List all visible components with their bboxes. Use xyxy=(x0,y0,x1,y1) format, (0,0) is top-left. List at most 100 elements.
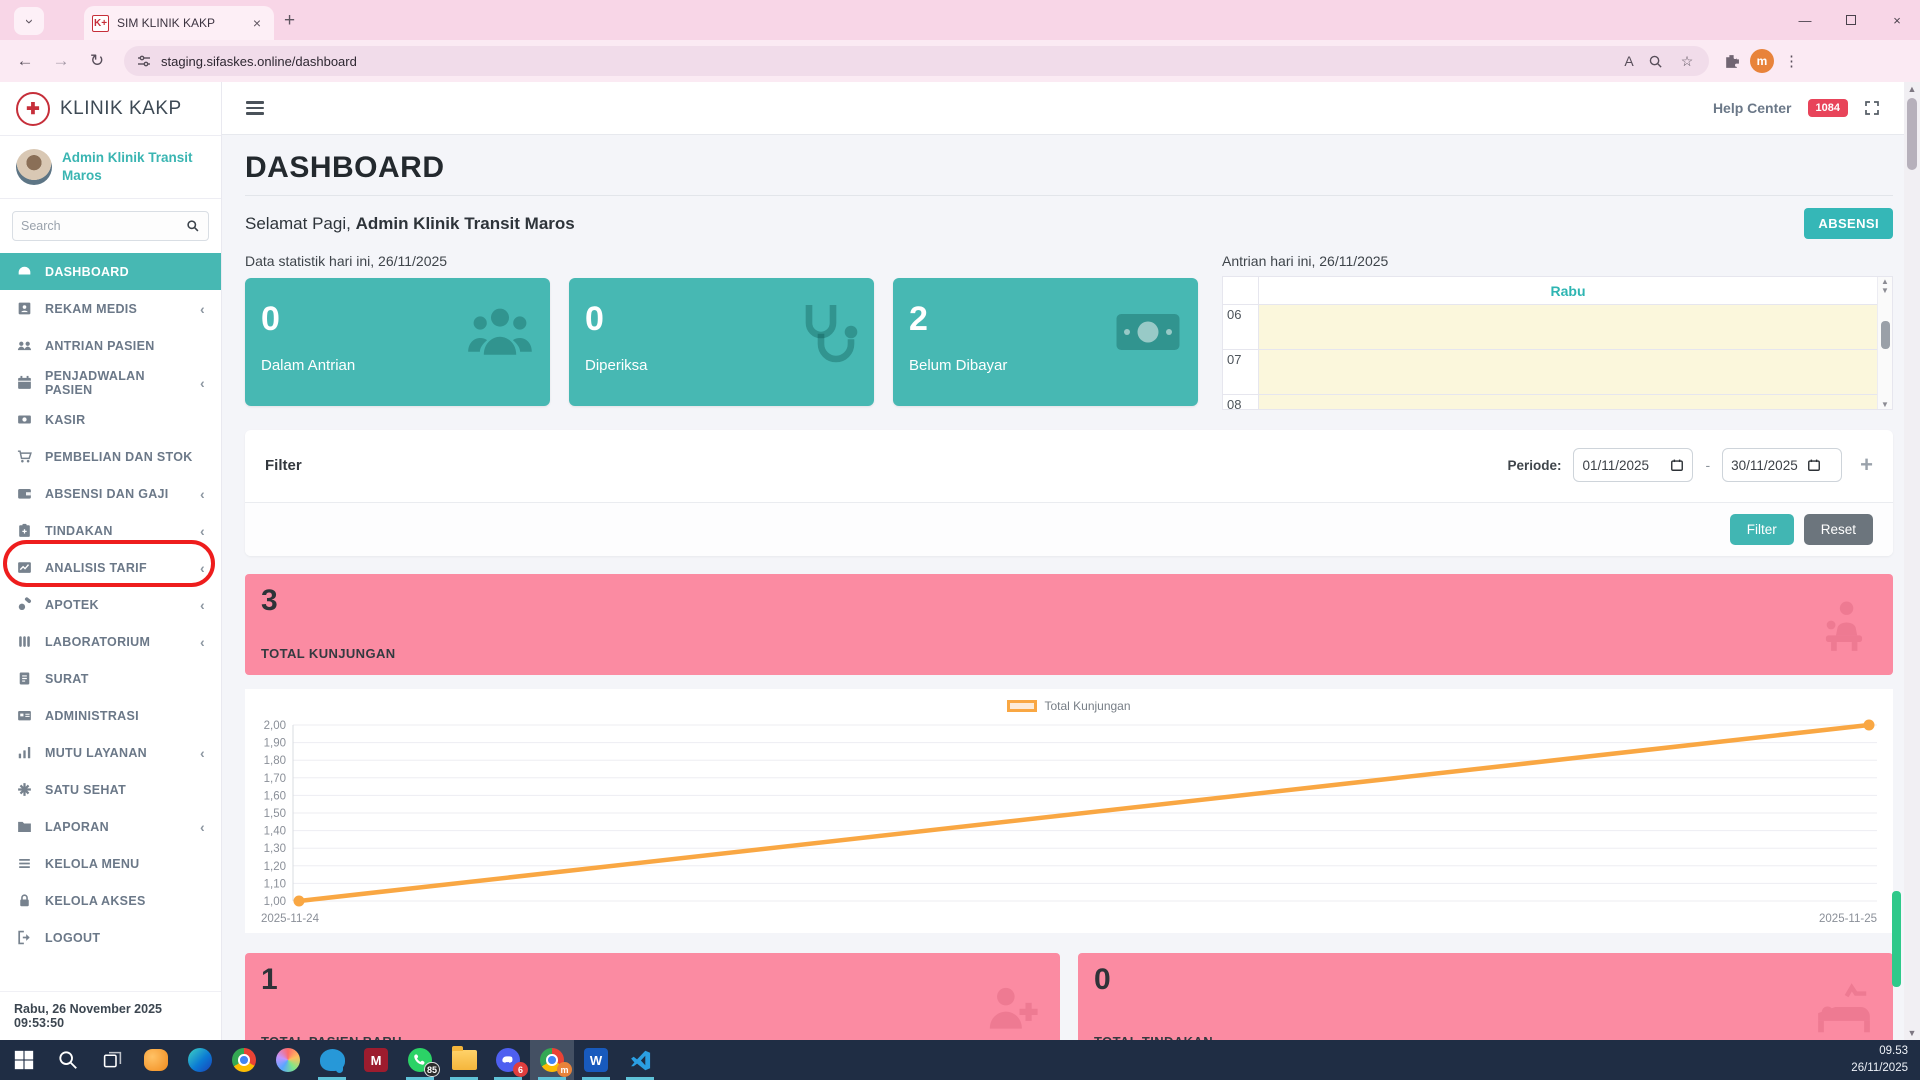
hamburger-menu-icon[interactable] xyxy=(246,101,264,115)
sidebar-item-analisis-tarif[interactable]: ANALISIS TARIF ‹ xyxy=(0,549,221,586)
window-close-button[interactable]: × xyxy=(1874,0,1920,40)
content-scroll-thumb[interactable] xyxy=(1892,891,1901,987)
brand-name: KLINIK KAKP xyxy=(60,97,182,119)
queue-time-label: 06 xyxy=(1223,305,1259,349)
sidebar-item-label: KELOLA MENU xyxy=(45,856,140,871)
fullscreen-icon[interactable] xyxy=(1864,100,1880,116)
sidebar-item-label: TINDAKAN xyxy=(45,523,113,538)
queue-slot-cell[interactable] xyxy=(1259,350,1877,394)
scroll-up-icon[interactable]: ▲ xyxy=(1881,277,1889,286)
taskbar-clock[interactable]: 09.53 26/11/2025 xyxy=(1851,1043,1908,1076)
sidebar-item-tindakan[interactable]: TINDAKAN ‹ xyxy=(0,512,221,549)
scroll-down-icon[interactable]: ▼ xyxy=(1881,286,1889,295)
reload-icon[interactable]: ↻ xyxy=(82,46,112,76)
taskbar-orange-app-button[interactable] xyxy=(134,1040,178,1080)
scroll-down-icon[interactable]: ▼ xyxy=(1881,400,1889,409)
date-to-input[interactable]: 30/11/2025 xyxy=(1722,448,1843,482)
back-icon[interactable]: ← xyxy=(10,46,40,76)
add-period-button[interactable]: + xyxy=(1860,452,1873,478)
sidebar-item-kasir[interactable]: KASIR xyxy=(0,401,221,438)
legend-label: Total Kunjungan xyxy=(1044,699,1131,713)
bookmark-star-icon[interactable]: ☆ xyxy=(1677,53,1697,70)
stat-label: Dalam Antrian xyxy=(261,357,356,374)
queue-slot-cell[interactable] xyxy=(1259,395,1877,409)
taskbar-edge-button[interactable] xyxy=(178,1040,222,1080)
window-minimize-button[interactable]: — xyxy=(1782,0,1828,40)
sidebar-item-laboratorium[interactable]: LABORATORIUM ‹ xyxy=(0,623,221,660)
new-tab-button[interactable]: + xyxy=(284,10,295,32)
taskbar-search-button[interactable] xyxy=(46,1040,90,1080)
tab-close-icon[interactable]: × xyxy=(248,14,266,32)
taskbar-red-m-app-button[interactable]: M xyxy=(354,1040,398,1080)
scroll-up-icon[interactable]: ▲ xyxy=(1908,82,1917,96)
reset-button[interactable]: Reset xyxy=(1803,514,1873,545)
queue-time-label: 08 xyxy=(1223,395,1259,409)
filter-button[interactable]: Filter xyxy=(1729,514,1794,545)
calendar-icon[interactable] xyxy=(1807,458,1821,472)
svg-text:2,00: 2,00 xyxy=(264,720,286,732)
sidebar-item-pembelian-dan-stok[interactable]: PEMBELIAN DAN STOK xyxy=(0,438,221,475)
sidebar-item-kelola-akses[interactable]: KELOLA AKSES xyxy=(0,882,221,919)
tab-list-chevron-icon[interactable]: › xyxy=(14,7,44,35)
sidebar-item-logout[interactable]: LOGOUT xyxy=(0,919,221,956)
user-row[interactable]: Admin Klinik Transit Maros xyxy=(0,136,221,200)
dashboard-content: DASHBOARD Selamat Pagi, Admin Klinik Tra… xyxy=(222,135,1904,1040)
svg-text:2025-11-25: 2025-11-25 xyxy=(1819,913,1877,925)
queue-scrollbar[interactable]: ▲ ▼ ▼ xyxy=(1877,277,1892,409)
svg-text:1,80: 1,80 xyxy=(264,755,286,767)
taskbar-chrome-button[interactable] xyxy=(222,1040,266,1080)
sidebar-item-administrasi[interactable]: ADMINISTRASI xyxy=(0,697,221,734)
taskbar-file-explorer-button[interactable] xyxy=(442,1040,486,1080)
taskbar-task-view-button[interactable] xyxy=(90,1040,134,1080)
sidebar-item-satu-sehat[interactable]: SATU SEHAT xyxy=(0,771,221,808)
taskbar-chrome-active-button[interactable]: m xyxy=(530,1040,574,1080)
stat-label: Belum Dibayar xyxy=(909,357,1008,374)
browser-menu-icon[interactable]: ⋮ xyxy=(1784,52,1799,70)
forward-icon[interactable]: → xyxy=(46,46,76,76)
url-bar[interactable]: staging.sifaskes.online/dashboard A ☆ xyxy=(124,46,1709,76)
taskbar-whatsapp-button[interactable]: 85 xyxy=(398,1040,442,1080)
taskbar-start-button[interactable] xyxy=(2,1040,46,1080)
queue-time-label: 07 xyxy=(1223,350,1259,394)
absensi-button[interactable]: ABSENSI xyxy=(1804,208,1893,239)
calendar-icon[interactable] xyxy=(1670,458,1684,472)
svg-text:1,70: 1,70 xyxy=(264,773,286,785)
sidebar-item-kelola-menu[interactable]: KELOLA MENU xyxy=(0,845,221,882)
stat-label: Diperiksa xyxy=(585,357,648,374)
help-center-link[interactable]: Help Center xyxy=(1713,100,1792,116)
sidebar-item-surat[interactable]: SURAT xyxy=(0,660,221,697)
sidebar-item-mutu-layanan[interactable]: MUTU LAYANAN ‹ xyxy=(0,734,221,771)
extensions-icon[interactable] xyxy=(1723,53,1740,70)
sidebar-item-dashboard[interactable]: DASHBOARD xyxy=(0,253,221,291)
queue-row-07: 07 xyxy=(1223,350,1877,395)
queue-slot-cell[interactable] xyxy=(1259,305,1877,349)
page-scrollbar[interactable]: ▲ ▼ xyxy=(1904,82,1920,1040)
site-info-icon[interactable] xyxy=(136,53,152,69)
taskbar-vscode-button[interactable] xyxy=(618,1040,662,1080)
window-maximize-button[interactable] xyxy=(1828,0,1874,40)
page-scroll-thumb[interactable] xyxy=(1907,98,1917,170)
sidebar-item-absensi-dan-gaji[interactable]: ABSENSI DAN GAJI ‹ xyxy=(0,475,221,512)
chevron-left-icon: ‹ xyxy=(200,300,205,317)
queue-scroll-thumb[interactable] xyxy=(1880,321,1890,349)
browser-profile-avatar[interactable]: m xyxy=(1750,49,1774,73)
sidebar-item-rekam-medis[interactable]: REKAM MEDIS ‹ xyxy=(0,290,221,327)
search-icon[interactable] xyxy=(186,219,200,233)
chevron-left-icon: ‹ xyxy=(200,633,205,650)
taskbar-copilot-button[interactable] xyxy=(266,1040,310,1080)
scroll-down-icon[interactable]: ▼ xyxy=(1908,1026,1917,1040)
date-from-input[interactable]: 01/11/2025 xyxy=(1573,448,1694,482)
sidebar-item-antrian-pasien[interactable]: ANTRIAN PASIEN xyxy=(0,327,221,364)
sidebar-item-apotek[interactable]: APOTEK ‹ xyxy=(0,586,221,623)
taskbar-word-button[interactable]: W xyxy=(574,1040,618,1080)
sidebar-item-penjadwalan-pasien[interactable]: PENJADWALAN PASIEN ‹ xyxy=(0,364,221,401)
taskbar-discord-button[interactable]: 6 xyxy=(486,1040,530,1080)
browser-tab[interactable]: K+ SIM KLINIK KAKP × xyxy=(84,6,274,40)
sidebar-item-laporan[interactable]: LAPORAN ‹ xyxy=(0,808,221,845)
visitor-icon xyxy=(1813,594,1875,656)
taskbar-elephant-app-button[interactable] xyxy=(310,1040,354,1080)
translate-icon[interactable]: A xyxy=(1619,53,1639,69)
zoom-page-icon[interactable] xyxy=(1648,54,1668,69)
search-input[interactable] xyxy=(21,219,186,234)
notification-badge[interactable]: 1084 xyxy=(1807,99,1848,117)
